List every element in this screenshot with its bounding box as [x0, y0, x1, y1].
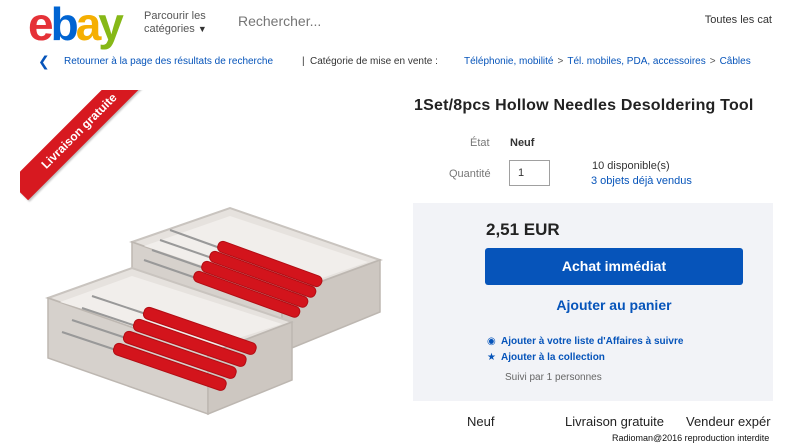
sold-count-link[interactable]: 3 objets déjà vendus	[591, 175, 692, 187]
search-input[interactable]	[232, 8, 662, 34]
logo-letter-a: a	[75, 0, 102, 50]
all-categories-select[interactable]: Toutes les cat	[705, 14, 772, 26]
price: 2,51 EUR	[486, 220, 560, 239]
add-to-cart-button[interactable]: Ajouter au panier	[485, 292, 743, 318]
add-to-collection-link[interactable]: ★ Ajouter à la collection	[487, 352, 605, 363]
copyright-watermark: Radioman@2016 reproduction interdite	[612, 433, 770, 443]
available-count: 10 disponible(s)	[592, 160, 670, 172]
caret-down-icon: ▼	[197, 24, 207, 34]
category-label: Catégorie de mise en vente :	[310, 56, 438, 67]
product-image[interactable]: Livraison gratuite	[20, 90, 400, 430]
breadcrumb-item-mobiles[interactable]: Tél. mobiles, PDA, accessoires	[567, 56, 705, 67]
summary-condition: Neuf	[467, 414, 495, 429]
chevron-left-icon[interactable]: ❮	[38, 53, 50, 70]
breadcrumb-arrow: >	[557, 56, 564, 67]
watchlist-label: Ajouter à votre liste d'Affaires à suivr…	[501, 336, 684, 347]
breadcrumb-arrow: >	[709, 56, 716, 67]
header: ebay Parcourir les catégories ▼ Toutes l…	[0, 0, 800, 50]
logo-letter-e: e	[28, 0, 54, 50]
product-title: 1Set/8pcs Hollow Needles Desoldering Too…	[414, 97, 754, 114]
summary-shipping: Livraison gratuite	[565, 414, 664, 429]
quantity-input[interactable]: 1	[509, 160, 550, 186]
browse-line-2: catégories	[144, 23, 195, 35]
add-to-watchlist-link[interactable]: ◉ Ajouter à votre liste d'Affaires à suiv…	[487, 336, 683, 347]
buy-now-button[interactable]: Achat immédiat	[485, 248, 743, 285]
collection-label: Ajouter à la collection	[501, 352, 605, 363]
back-to-results-link[interactable]: Retourner à la page des résultats de rec…	[64, 56, 273, 67]
ebay-logo[interactable]: ebay	[28, 0, 124, 50]
followers-count: Suivi par 1 personnes	[505, 372, 602, 383]
logo-letter-y: y	[98, 0, 124, 50]
breadcrumb-item-cables[interactable]: Câbles	[720, 56, 751, 67]
quantity-label: Quantité	[449, 168, 491, 180]
browse-categories-button[interactable]: Parcourir les catégories ▼	[144, 10, 207, 36]
logo-letter-b: b	[50, 0, 79, 50]
browse-line-1: Parcourir les	[144, 10, 206, 22]
summary-seller: Vendeur expér	[686, 414, 771, 429]
breadcrumb-item-telephonie[interactable]: Téléphonie, mobilité	[464, 56, 554, 67]
condition-value: Neuf	[510, 137, 535, 149]
breadcrumb-separator: |	[302, 56, 305, 67]
star-icon: ★	[487, 352, 496, 363]
eye-icon: ◉	[487, 336, 496, 347]
breadcrumb: ❮ Retourner à la page des résultats de r…	[0, 52, 800, 72]
condition-label: État	[470, 137, 490, 149]
category-trail: Téléphonie, mobilité > Tél. mobiles, PDA, …	[464, 56, 751, 67]
